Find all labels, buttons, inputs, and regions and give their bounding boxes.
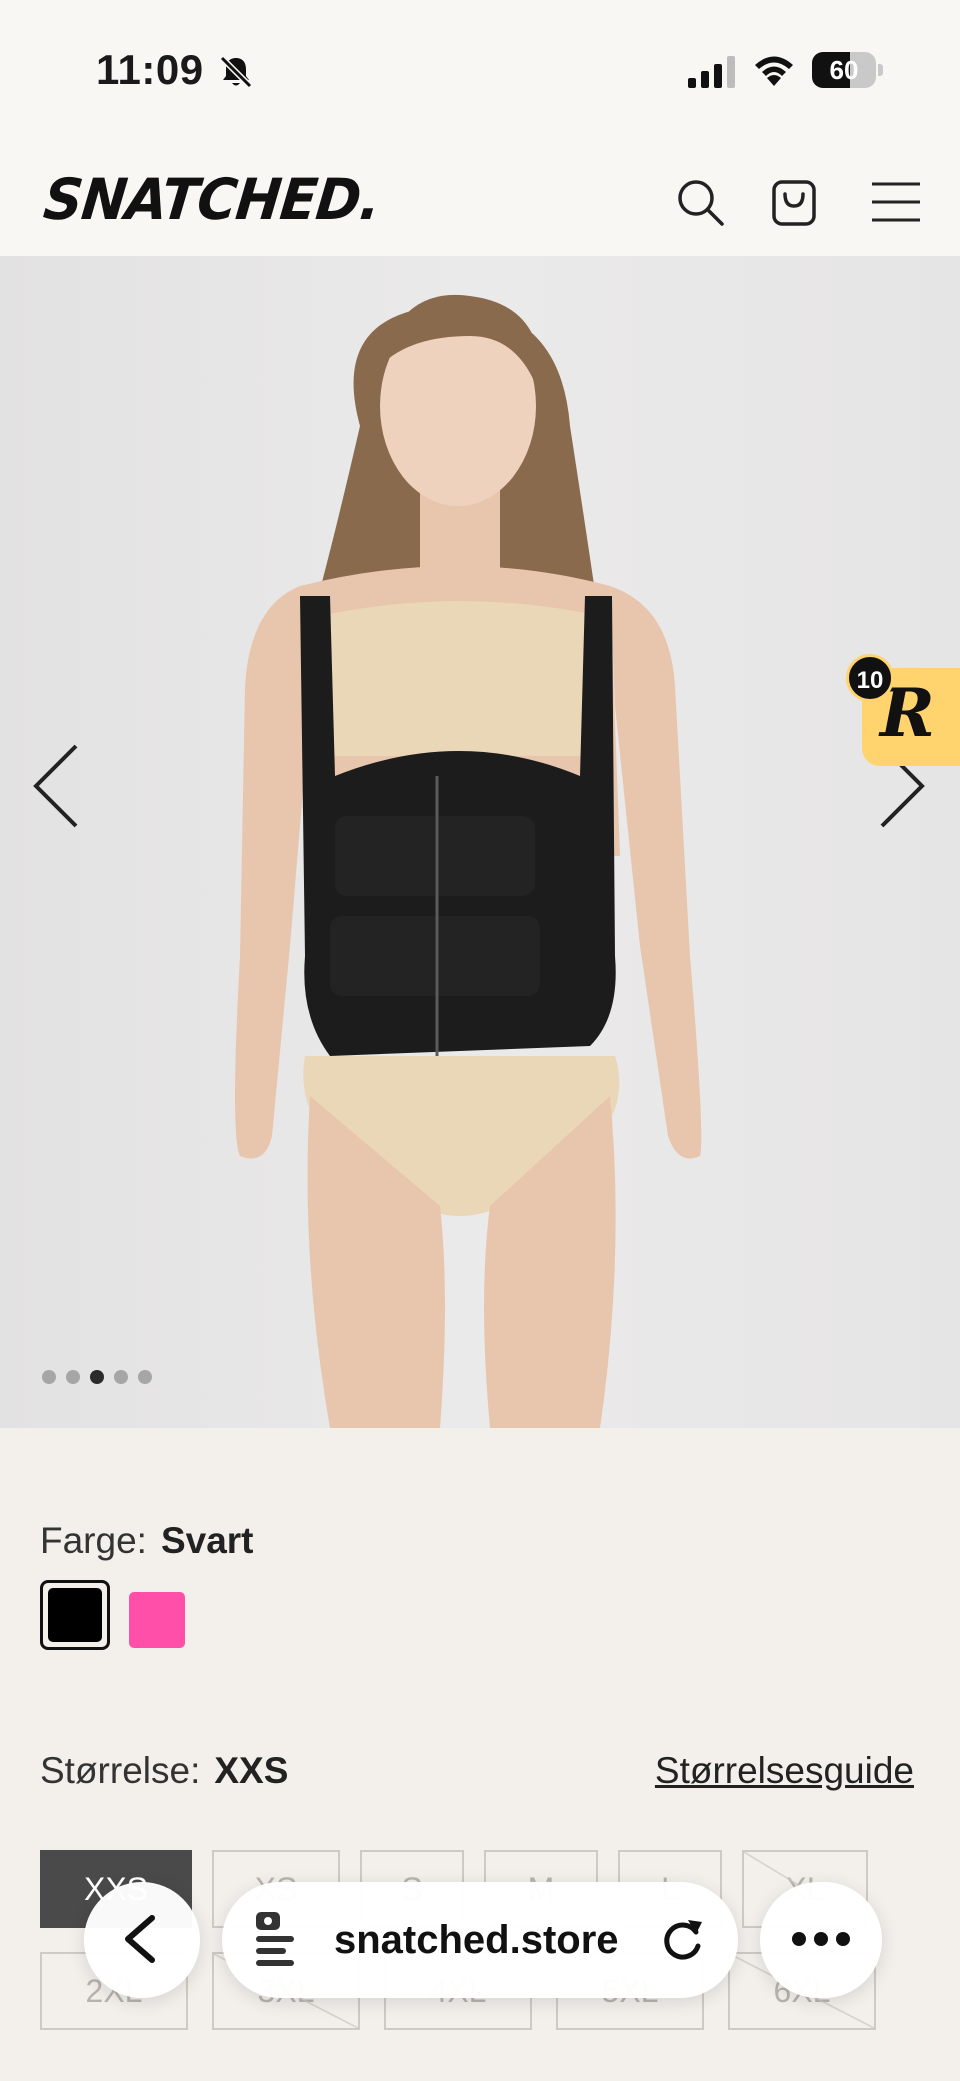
more-options-icon[interactable]	[790, 1930, 852, 1948]
color-option-label: Farge: Svart	[40, 1520, 254, 1562]
color-swatch-fill	[48, 1588, 102, 1642]
browser-toolbar: snatched.store	[0, 1880, 960, 2000]
bell-muted-icon	[219, 55, 253, 89]
cart-icon[interactable]	[766, 174, 822, 230]
site-header: SNATCHED.	[0, 140, 960, 256]
size-guide-link[interactable]: Størrelsesguide	[655, 1750, 914, 1792]
menu-icon[interactable]	[868, 174, 924, 230]
gallery-dot[interactable]	[138, 1370, 152, 1384]
status-bar: 11:09 60	[0, 0, 960, 140]
gallery-dot[interactable]	[114, 1370, 128, 1384]
gallery-pagination-dots[interactable]	[42, 1370, 152, 1384]
color-swatch-fill	[129, 1592, 185, 1648]
product-image-gallery[interactable]	[0, 256, 960, 1428]
color-swatch-rosa[interactable]	[124, 1580, 194, 1650]
gallery-dot[interactable]	[90, 1370, 104, 1384]
color-swatches	[40, 1580, 194, 1650]
status-time: 11:09	[96, 46, 204, 93]
color-value: Svart	[160, 1520, 254, 1561]
previous-image-arrow-icon[interactable]	[24, 736, 88, 836]
cellular-signal-icon	[688, 56, 735, 88]
address-url[interactable]: snatched.store	[334, 1918, 619, 1963]
size-label: Størrelse:	[40, 1750, 201, 1791]
back-chevron-icon[interactable]	[116, 1912, 166, 1966]
wifi-icon	[755, 56, 793, 86]
page-menu-icon[interactable]	[252, 1908, 302, 1968]
color-swatch-svart[interactable]	[40, 1580, 110, 1650]
size-option-label: Størrelse: XXS	[40, 1750, 288, 1792]
brand-logo[interactable]: SNATCHED.	[41, 166, 384, 232]
search-icon[interactable]	[672, 174, 728, 230]
battery-level: 60	[829, 55, 859, 85]
gallery-dot[interactable]	[42, 1370, 56, 1384]
gallery-dot[interactable]	[66, 1370, 80, 1384]
battery-indicator: 60	[812, 52, 884, 88]
size-value: XXS	[214, 1750, 289, 1791]
product-image	[235, 294, 702, 1428]
rewards-count-badge[interactable]: 10	[846, 654, 894, 702]
color-label: Farge:	[40, 1520, 147, 1561]
reload-icon[interactable]	[660, 1914, 706, 1964]
